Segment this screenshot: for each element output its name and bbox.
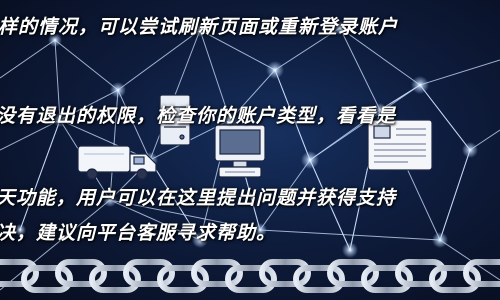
background-image: 样的情况，可以尝试刷新页面或重新登录账户 没有退出的权限，检查你的账户类型，看看…: [0, 0, 500, 300]
overlay-text-line-3: 天功能，用户可以在这里提出问题并获得支持: [0, 187, 397, 209]
truck-icon: [77, 145, 157, 180]
overlay-text-line-2: 没有退出的权限，检查你的账户类型，看看是: [0, 105, 397, 127]
network-illustration: [0, 21, 500, 293]
overlay-text-line-1: 样的情况，可以尝试刷新页面或重新登录账户: [0, 16, 399, 38]
overlay-text-line-4: 决，建议向平台客服寻求帮助。: [0, 222, 277, 244]
chain-link-icon: [0, 259, 500, 293]
computer-icon: [214, 124, 266, 178]
